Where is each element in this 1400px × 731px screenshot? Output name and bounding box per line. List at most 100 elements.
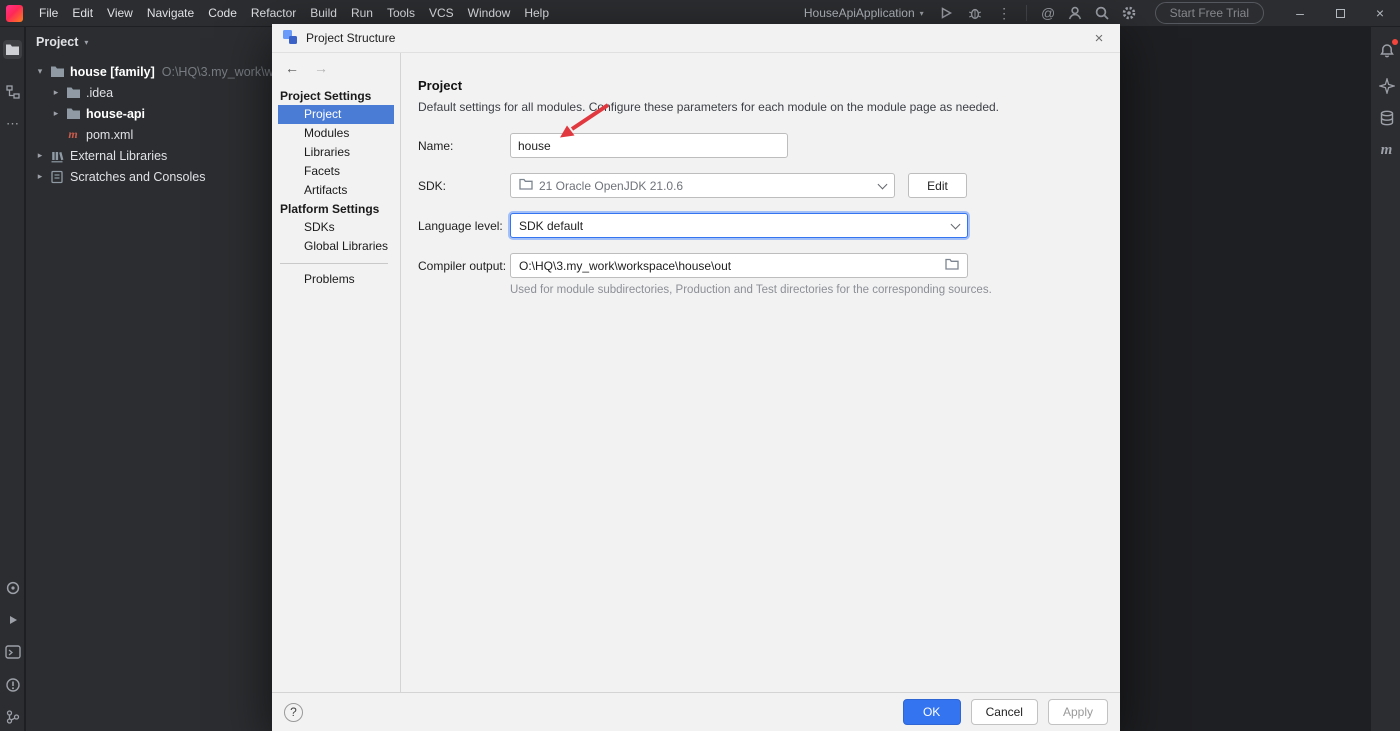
ide-titlebar: File Edit View Navigate Code Refactor Bu… — [0, 0, 1400, 27]
project-name-input[interactable] — [510, 133, 788, 158]
sidebar-header-platform-settings: Platform Settings — [272, 201, 400, 218]
tree-row-idea[interactable]: ▸ .idea — [26, 82, 273, 103]
menu-tools[interactable]: Tools — [380, 2, 422, 24]
dialog-footer: ? OK Cancel Apply — [272, 692, 1120, 731]
run-config-selector[interactable]: HouseApiApplication ▾ — [797, 3, 931, 23]
menu-refactor[interactable]: Refactor — [244, 2, 303, 24]
tree-row-scratches[interactable]: ▸ Scratches and Consoles — [26, 166, 273, 187]
tree-row-external-libraries[interactable]: ▸ External Libraries — [26, 145, 273, 166]
menu-help[interactable]: Help — [517, 2, 556, 24]
content-heading: Project — [418, 78, 1100, 93]
tree-item-label: .idea — [86, 86, 113, 100]
build-tool-icon[interactable] — [3, 578, 22, 597]
window-close-button[interactable]: × — [1360, 0, 1400, 27]
tree-row-house-api[interactable]: ▸ house-api — [26, 103, 273, 124]
sidebar-item-libraries[interactable]: Libraries — [278, 143, 394, 162]
tree-item-label: house-api — [86, 107, 145, 121]
more-run-actions-icon[interactable]: ⋮ — [991, 2, 1018, 24]
scratches-icon — [48, 170, 66, 184]
help-button[interactable]: ? — [284, 703, 303, 722]
language-level-row: Language level: SDK default — [418, 213, 1100, 238]
app-logo-icon[interactable] — [6, 5, 23, 22]
tree-item-label: External Libraries — [70, 149, 167, 163]
dialog-titlebar: Project Structure × — [272, 24, 1120, 53]
menu-code[interactable]: Code — [201, 2, 244, 24]
project-panel-header[interactable]: Project ▾ — [26, 27, 273, 55]
main-menu: File Edit View Navigate Code Refactor Bu… — [32, 2, 556, 24]
browse-folder-icon[interactable] — [945, 258, 959, 273]
compiler-output-value: O:\HQ\3.my_work\workspace\house\out — [519, 259, 731, 273]
more-tool-windows-icon[interactable]: ⋯ — [3, 114, 22, 133]
sidebar-item-project[interactable]: Project — [278, 105, 394, 124]
maven-tool-icon[interactable]: m — [1377, 141, 1396, 160]
menu-window[interactable]: Window — [461, 2, 518, 24]
cancel-button[interactable]: Cancel — [971, 699, 1038, 725]
back-icon[interactable]: ← — [285, 60, 299, 76]
folder-icon — [64, 107, 82, 120]
tree-item-label: house [family] — [70, 65, 155, 79]
compiler-output-field[interactable]: O:\HQ\3.my_work\workspace\house\out — [510, 253, 968, 278]
tree-row-house[interactable]: ▾ house [family] O:\HQ\3.my_work\works — [26, 61, 273, 82]
sidebar-header-project-settings: Project Settings — [272, 88, 400, 105]
structure-tool-icon[interactable] — [3, 82, 22, 101]
sdk-edit-button[interactable]: Edit — [908, 173, 967, 198]
run-config-label: HouseApiApplication — [804, 6, 915, 20]
libraries-icon — [48, 149, 66, 163]
chevron-collapsed-icon[interactable]: ▸ — [32, 171, 48, 182]
apply-button[interactable]: Apply — [1048, 699, 1108, 725]
sidebar-item-problems[interactable]: Problems — [278, 270, 394, 289]
menu-file[interactable]: File — [32, 2, 65, 24]
chevron-expanded-icon[interactable]: ▾ — [32, 66, 48, 77]
chevron-collapsed-icon[interactable]: ▸ — [32, 150, 48, 161]
sdk-folder-icon — [519, 178, 533, 193]
window-maximize-button[interactable] — [1320, 0, 1360, 27]
terminal-tool-icon[interactable] — [3, 642, 22, 661]
window-minimize-button[interactable]: – — [1280, 0, 1320, 27]
database-tool-icon[interactable] — [1377, 108, 1396, 127]
tree-row-pom[interactable]: m pom.xml — [26, 124, 273, 145]
menu-edit[interactable]: Edit — [65, 2, 100, 24]
debug-icon[interactable] — [962, 2, 989, 24]
content-description: Default settings for all modules. Config… — [418, 100, 1100, 114]
project-tool-icon[interactable] — [3, 40, 22, 59]
menu-view[interactable]: View — [100, 2, 140, 24]
dialog-close-button[interactable]: × — [1088, 30, 1110, 47]
language-level-label: Language level: — [418, 219, 510, 233]
version-control-tool-icon[interactable] — [3, 707, 22, 726]
forward-icon[interactable]: → — [314, 60, 328, 76]
sdk-combobox[interactable]: 21 Oracle OpenJDK 21.0.6 — [510, 173, 895, 198]
menu-run[interactable]: Run — [344, 2, 380, 24]
services-tool-icon[interactable] — [3, 610, 22, 629]
menu-build[interactable]: Build — [303, 2, 344, 24]
dialog-sidebar: ← → Project Settings Project Modules Lib… — [272, 53, 401, 692]
settings-gear-icon[interactable] — [1116, 2, 1143, 24]
sidebar-item-modules[interactable]: Modules — [278, 124, 394, 143]
sidebar-item-facets[interactable]: Facets — [278, 162, 394, 181]
sidebar-item-global-libraries[interactable]: Global Libraries — [278, 237, 394, 256]
ok-button[interactable]: OK — [903, 699, 961, 725]
notifications-bell-icon[interactable] — [1377, 41, 1396, 60]
menu-navigate[interactable]: Navigate — [140, 2, 201, 24]
chevron-collapsed-icon[interactable]: ▸ — [48, 108, 64, 119]
menu-vcs[interactable]: VCS — [422, 2, 461, 24]
language-level-value: SDK default — [519, 219, 583, 233]
window-controls: – × — [1280, 0, 1400, 27]
start-free-trial-button[interactable]: Start Free Trial — [1155, 2, 1264, 24]
chevron-collapsed-icon[interactable]: ▸ — [48, 87, 64, 98]
code-with-me-icon[interactable] — [1062, 2, 1089, 24]
titlebar-divider — [1026, 5, 1027, 21]
project-structure-icon — [282, 29, 298, 48]
search-icon[interactable] — [1089, 2, 1116, 24]
sidebar-item-artifacts[interactable]: Artifacts — [278, 181, 394, 200]
chevron-down-icon — [951, 219, 961, 229]
dialog-nav: ← → — [272, 53, 400, 83]
tree-item-label: Scratches and Consoles — [70, 170, 206, 184]
ai-assistant-icon[interactable] — [1377, 76, 1396, 95]
sdk-value: 21 Oracle OpenJDK 21.0.6 — [539, 179, 683, 193]
run-icon[interactable] — [933, 2, 960, 24]
language-level-combobox[interactable]: SDK default — [510, 213, 968, 238]
dialog-content: Project Default settings for all modules… — [401, 53, 1120, 692]
problems-tool-icon[interactable] — [3, 675, 22, 694]
at-icon[interactable]: @ — [1035, 2, 1062, 24]
sidebar-item-sdks[interactable]: SDKs — [278, 218, 394, 237]
